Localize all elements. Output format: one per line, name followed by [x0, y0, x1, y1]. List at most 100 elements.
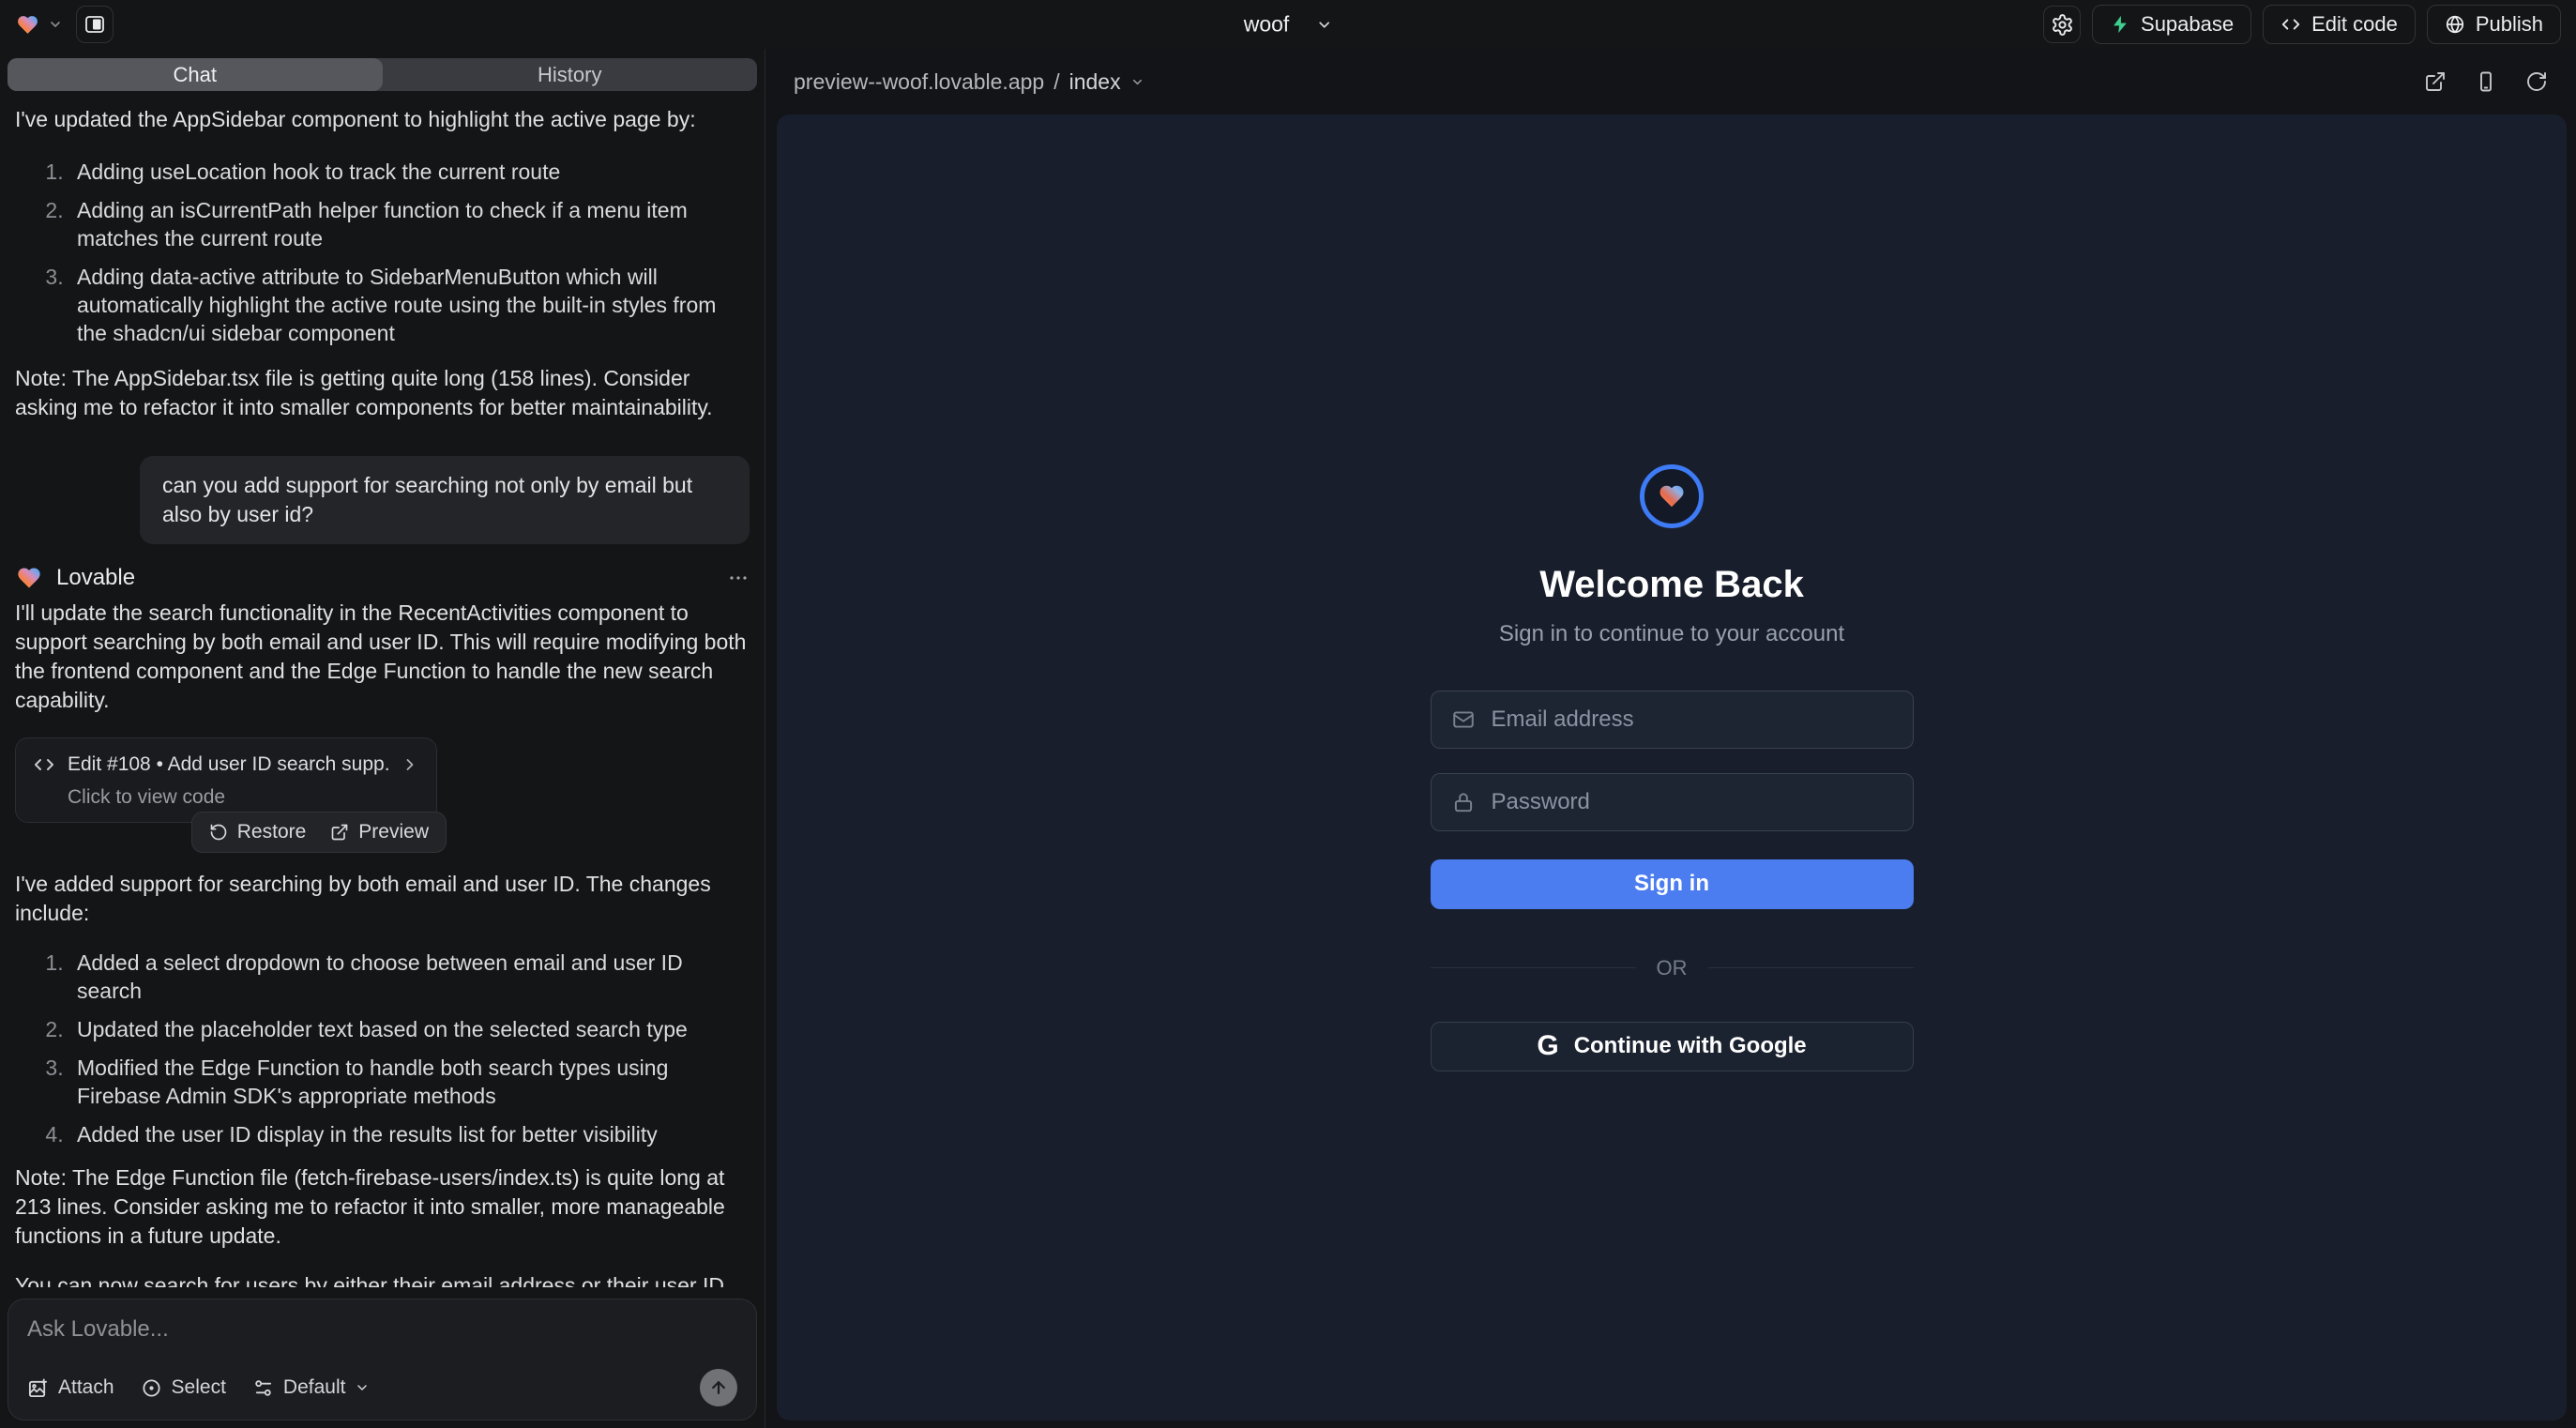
external-link-icon: [330, 823, 349, 842]
restore-button[interactable]: Restore: [209, 821, 307, 843]
chevron-down-icon: [1315, 16, 1332, 33]
supabase-bolt-icon: [2110, 14, 2130, 35]
preview-button[interactable]: Preview: [330, 821, 429, 843]
google-button-label: Continue with Google: [1574, 1033, 1807, 1059]
arrow-up-icon: [709, 1378, 728, 1397]
divider-line: [1708, 967, 1914, 968]
preview-panel: preview--woof.lovable.app / index: [765, 49, 2576, 1428]
welcome-title: Welcome Back: [1539, 564, 1804, 606]
globe-icon: [2445, 14, 2465, 35]
list-item: Added a select dropdown to choose betwee…: [69, 949, 750, 1005]
assistant-list: Adding useLocation hook to track the cur…: [15, 158, 750, 347]
chevron-down-icon: [1130, 75, 1144, 89]
project-name: woof: [1244, 12, 1290, 38]
preview-header: preview--woof.lovable.app / index: [765, 49, 2576, 114]
composer-toolbar: Attach Select Default: [27, 1369, 737, 1406]
publish-button[interactable]: Publish: [2427, 5, 2561, 44]
lock-icon: [1451, 790, 1476, 814]
project-title-menu[interactable]: woof: [1244, 12, 1333, 38]
edit-card-title: Edit #108 • Add user ID search supp...: [68, 753, 388, 776]
continue-with-google-button[interactable]: G Continue with Google: [1431, 1022, 1914, 1071]
restore-icon: [209, 823, 228, 842]
or-label: OR: [1657, 956, 1688, 980]
user-message-bubble: can you add support for searching not on…: [140, 456, 750, 544]
assistant-list: Added a select dropdown to choose betwee…: [15, 949, 750, 1148]
assistant-header: Lovable: [15, 565, 750, 591]
chat-input[interactable]: [27, 1316, 737, 1369]
assistant-note: Note: The Edge Function file (fetch-fire…: [15, 1163, 750, 1251]
password-field-wrap: [1431, 773, 1914, 831]
sign-in-card: Welcome Back Sign in to continue to your…: [1431, 464, 1914, 1071]
edit-code-button[interactable]: Edit code: [2263, 5, 2416, 44]
divider-line: [1431, 967, 1636, 968]
settings-button[interactable]: [2043, 6, 2081, 43]
email-field-wrap: [1431, 691, 1914, 749]
preview-app-viewport: Welcome Back Sign in to continue to your…: [777, 114, 2567, 1420]
topbar-actions: Supabase Edit code Publish: [2043, 5, 2561, 44]
sign-in-button[interactable]: Sign in: [1431, 859, 1914, 909]
send-button[interactable]: [700, 1369, 737, 1406]
image-plus-icon: [27, 1377, 49, 1399]
chat-history-tabs: Chat History: [8, 58, 757, 91]
code-icon: [33, 753, 55, 776]
assistant-message-text: I've updated the AppSidebar component to…: [15, 105, 750, 134]
topbar: woof Supabase: [0, 0, 2576, 49]
refresh-icon[interactable]: [2525, 70, 2548, 93]
email-field[interactable]: [1431, 691, 1914, 749]
chevron-down-icon: [355, 1380, 370, 1395]
edit-card-actions: Restore Preview: [15, 812, 447, 853]
list-item: Adding data-active attribute to SidebarM…: [69, 263, 750, 347]
sliders-icon: [252, 1377, 274, 1399]
toggle-sidebar-button[interactable]: [76, 6, 114, 43]
gear-icon: [2051, 13, 2074, 37]
google-g-icon: G: [1537, 1032, 1558, 1060]
preview-header-icons: [2424, 70, 2548, 93]
select-element-button[interactable]: Select: [141, 1376, 226, 1399]
lovable-heart-icon: [15, 13, 40, 37]
list-item: Added the user ID display in the results…: [69, 1120, 750, 1148]
lovable-editor-window: woof Supabase: [0, 0, 2576, 1428]
chat-panel: Chat History I've updated the AppSidebar…: [0, 49, 765, 1428]
assistant-note: Note: The AppSidebar.tsx file is getting…: [15, 364, 750, 422]
edit-code-label: Edit code: [2311, 12, 2398, 37]
edit-card-subtitle: Click to view code: [33, 786, 419, 809]
tab-chat[interactable]: Chat: [8, 58, 383, 91]
welcome-subtitle: Sign in to continue to your account: [1499, 621, 1844, 647]
code-icon: [2281, 14, 2301, 35]
list-item: Adding an isCurrentPath helper function …: [69, 196, 750, 252]
attach-button[interactable]: Attach: [27, 1376, 114, 1399]
chat-composer: Attach Select Default: [8, 1299, 757, 1420]
preview-url-page: index: [1069, 69, 1121, 95]
supabase-label: Supabase: [2141, 12, 2234, 37]
preview-url-separator: /: [1053, 69, 1059, 95]
heart-icon: [1657, 482, 1687, 510]
or-divider: OR: [1431, 956, 1914, 980]
supabase-button[interactable]: Supabase: [2092, 5, 2251, 44]
password-field[interactable]: [1431, 773, 1914, 831]
mail-icon: [1451, 707, 1476, 732]
assistant-message-text: You can now search for users by either t…: [15, 1271, 750, 1287]
panel-left-icon: [83, 13, 106, 36]
chat-mode-selector[interactable]: Default: [252, 1376, 371, 1399]
mobile-view-icon[interactable]: [2475, 70, 2497, 93]
preview-url-selector[interactable]: preview--woof.lovable.app / index: [794, 69, 1144, 95]
lovable-heart-icon: [15, 565, 43, 591]
app-logo: [1640, 464, 1704, 528]
chevron-right-icon: [401, 755, 419, 774]
main-split: Chat History I've updated the AppSidebar…: [0, 49, 2576, 1428]
chat-message-list[interactable]: I've updated the AppSidebar component to…: [0, 91, 765, 1287]
more-options-icon[interactable]: [727, 567, 750, 589]
publish-label: Publish: [2476, 12, 2543, 37]
open-in-new-tab-icon[interactable]: [2424, 70, 2447, 93]
lovable-logo-menu[interactable]: [15, 13, 63, 37]
target-icon: [141, 1377, 162, 1399]
chevron-down-icon: [48, 17, 63, 32]
tab-history[interactable]: History: [383, 58, 758, 91]
assistant-message-text: I've added support for searching by both…: [15, 870, 750, 928]
list-item: Updated the placeholder text based on th…: [69, 1015, 750, 1043]
list-item: Modified the Edge Function to handle bot…: [69, 1054, 750, 1110]
assistant-message-text: I'll update the search functionality in …: [15, 599, 750, 715]
preview-url-domain: preview--woof.lovable.app: [794, 69, 1044, 95]
edit-version-card[interactable]: Edit #108 • Add user ID search supp... C…: [15, 737, 437, 823]
assistant-name: Lovable: [56, 565, 135, 591]
